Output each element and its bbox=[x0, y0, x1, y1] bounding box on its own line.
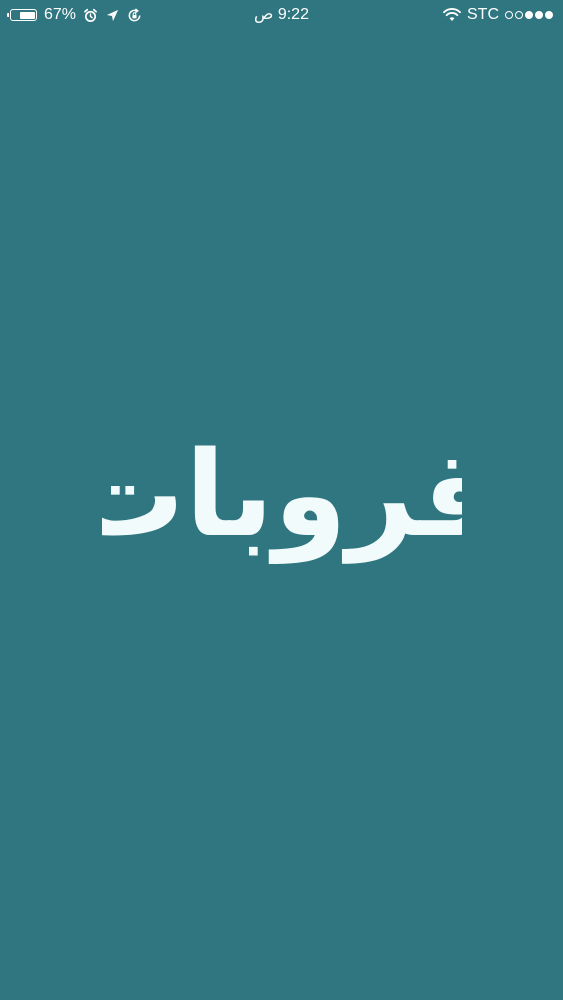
carrier-name: STC bbox=[467, 6, 499, 23]
app-logo-text: قروبات bbox=[102, 425, 462, 564]
app-logo-wordmark: قروبات bbox=[102, 425, 462, 564]
am-pm-label: ص bbox=[254, 6, 274, 23]
signal-dot bbox=[545, 11, 553, 19]
signal-dot bbox=[505, 11, 513, 19]
clock-time: 9:22 bbox=[277, 6, 309, 23]
signal-dot bbox=[535, 11, 543, 19]
status-bar: 67% ص 9:22 STC bbox=[0, 0, 563, 30]
signal-dot bbox=[515, 11, 523, 19]
status-right: STC bbox=[443, 5, 553, 25]
signal-dot bbox=[525, 11, 533, 19]
wifi-icon bbox=[443, 8, 461, 21]
signal-strength-icon bbox=[505, 11, 553, 19]
app-logo: قروبات bbox=[0, 395, 563, 595]
